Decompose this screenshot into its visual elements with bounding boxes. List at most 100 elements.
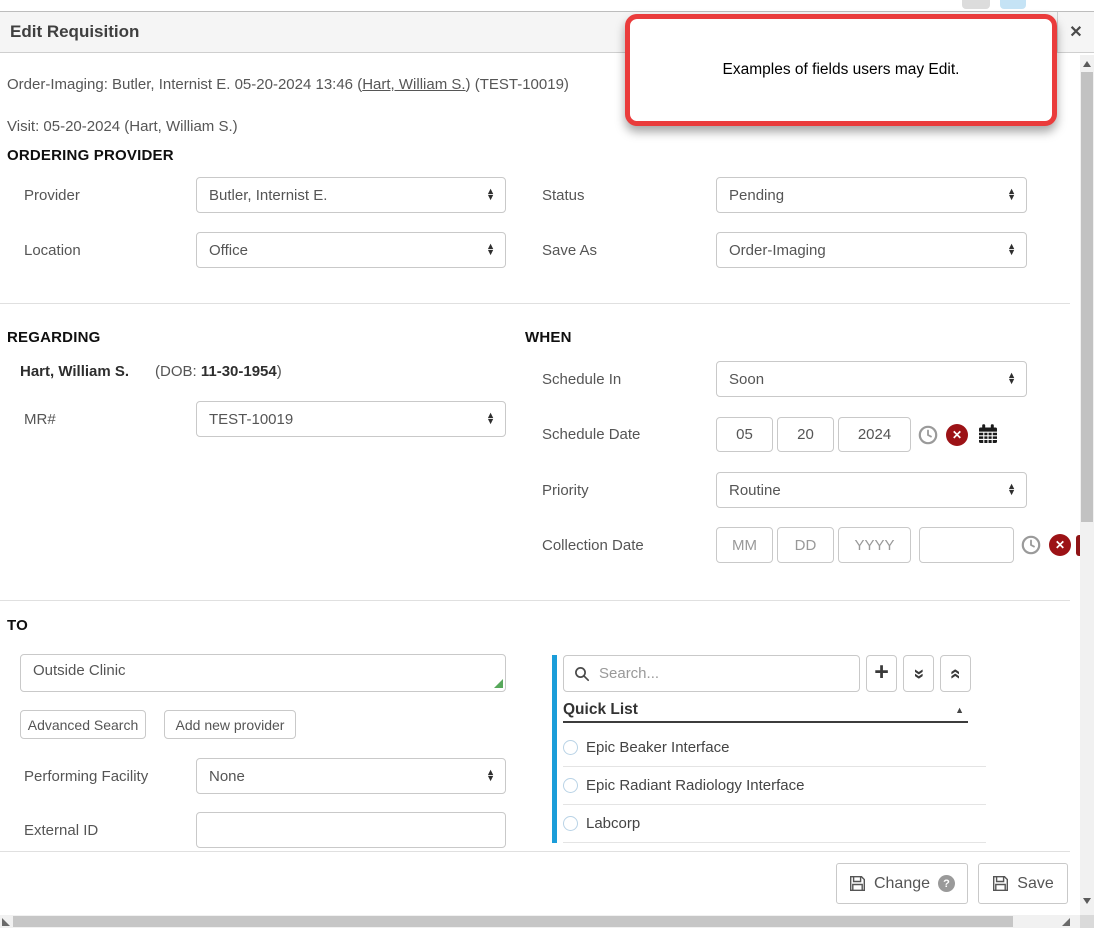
- select-arrows-icon: ▲▼: [486, 244, 495, 255]
- expand-all-button[interactable]: »: [903, 655, 934, 692]
- status-select[interactable]: Pending ▲▼: [716, 177, 1027, 213]
- change-button[interactable]: Change ?: [836, 863, 968, 904]
- recipient-textarea-wrap: Outside Clinic: [20, 654, 506, 692]
- dob-value: 11-30-1954: [201, 363, 277, 380]
- horizontal-scrollbar[interactable]: [0, 915, 1080, 928]
- schedule-calendar-icon[interactable]: [977, 423, 999, 450]
- chevron-double-up-icon: »: [944, 668, 966, 679]
- schedule-in-select[interactable]: Soon ▲▼: [716, 361, 1027, 397]
- select-arrows-icon: ▲▼: [1007, 484, 1016, 495]
- select-arrows-icon: ▲▼: [1007, 189, 1016, 200]
- to-heading: TO: [7, 617, 28, 634]
- add-new-provider-button[interactable]: Add new provider: [164, 710, 296, 739]
- section-divider: [0, 600, 1070, 601]
- schedule-month-input-wrap: [716, 417, 773, 452]
- scroll-down-arrow-icon[interactable]: [1083, 898, 1091, 904]
- quick-list-header[interactable]: Quick List ▲: [563, 698, 968, 723]
- collection-month-input[interactable]: [716, 527, 773, 563]
- save-as-select[interactable]: Order-Imaging ▲▼: [716, 232, 1027, 268]
- scroll-left-arrow-icon[interactable]: [2, 918, 10, 926]
- when-heading: WHEN: [525, 329, 572, 346]
- add-recipient-button[interactable]: +: [866, 655, 897, 692]
- floppy-icon: [849, 875, 866, 892]
- visit-summary-line: Visit: 05-20-2024 (Hart, William S.): [7, 118, 238, 135]
- resize-handle-icon[interactable]: [494, 679, 503, 688]
- schedule-day-input[interactable]: [777, 417, 834, 452]
- vertical-scrollbar[interactable]: [1080, 55, 1094, 928]
- priority-select[interactable]: Routine ▲▼: [716, 472, 1027, 508]
- mr-value: TEST-10019: [209, 411, 293, 428]
- search-input[interactable]: [597, 664, 849, 683]
- footer-divider: [0, 851, 1070, 852]
- collection-month-input-wrap: [716, 527, 773, 563]
- schedule-month-input[interactable]: [716, 417, 773, 452]
- plus-icon: +: [874, 658, 889, 687]
- schedule-date-clear-icon[interactable]: ✕: [946, 424, 968, 446]
- performing-facility-select[interactable]: None ▲▼: [196, 758, 506, 794]
- directory-search-box: [563, 655, 860, 692]
- collection-extra-input[interactable]: [919, 527, 1014, 563]
- order-summary-prefix: Order-Imaging: Butler, Internist E. 05-2…: [7, 76, 362, 93]
- save-button[interactable]: Save: [978, 863, 1068, 904]
- order-summary-line: Order-Imaging: Butler, Internist E. 05-2…: [7, 76, 569, 93]
- collection-day-input[interactable]: [777, 527, 834, 563]
- location-select[interactable]: Office ▲▼: [196, 232, 506, 268]
- horizontal-scrollbar-thumb[interactable]: [13, 916, 1013, 927]
- radio-icon: [563, 740, 578, 755]
- dialog-title: Edit Requisition: [10, 12, 139, 52]
- status-value: Pending: [729, 187, 784, 204]
- schedule-year-input-wrap: [838, 417, 911, 452]
- collection-extra-input-wrap: [919, 527, 1014, 563]
- location-value: Office: [209, 242, 248, 259]
- quick-list-item[interactable]: Labcorp: [563, 805, 986, 843]
- schedule-in-label: Schedule In: [542, 361, 621, 397]
- dob-prefix: (DOB:: [155, 363, 201, 380]
- patient-link[interactable]: Hart, William S.: [362, 76, 465, 93]
- schedule-in-value: Soon: [729, 371, 764, 388]
- schedule-year-input[interactable]: [838, 417, 911, 452]
- clear-x-glyph: ✕: [952, 428, 962, 442]
- quick-list-heading: Quick List: [563, 701, 638, 719]
- provider-label: Provider: [24, 177, 80, 213]
- advanced-search-button[interactable]: Advanced Search: [20, 710, 146, 739]
- schedule-day-input-wrap: [777, 417, 834, 452]
- search-icon: [574, 666, 590, 682]
- chevron-double-down-icon: »: [907, 668, 929, 679]
- clear-x-glyph: ✕: [1055, 538, 1065, 552]
- quick-list-item[interactable]: Epic Radiant Radiology Interface: [563, 767, 986, 805]
- collapse-all-button[interactable]: »: [940, 655, 971, 692]
- priority-value: Routine: [729, 482, 781, 499]
- browser-tab-fragment: [962, 0, 990, 9]
- provider-select[interactable]: Butler, Internist E. ▲▼: [196, 177, 506, 213]
- save-as-label: Save As: [542, 232, 597, 268]
- add-new-provider-label: Add new provider: [176, 717, 285, 733]
- patient-dob: (DOB: 11-30-1954): [155, 363, 282, 380]
- external-id-input[interactable]: [196, 812, 506, 848]
- regarding-heading: REGARDING: [7, 329, 100, 346]
- annotation-callout: Examples of fields users may Edit.: [625, 14, 1057, 126]
- recipient-textarea[interactable]: Outside Clinic: [20, 654, 506, 692]
- select-arrows-icon: ▲▼: [486, 770, 495, 781]
- performing-facility-value: None: [209, 768, 245, 785]
- mr-label: MR#: [24, 401, 56, 437]
- mr-select[interactable]: TEST-10019 ▲▼: [196, 401, 506, 437]
- quick-list-item-label: Epic Radiant Radiology Interface: [586, 777, 804, 794]
- performing-facility-label: Performing Facility: [24, 758, 148, 794]
- order-summary-suffix: ) (TEST-10019): [466, 76, 569, 93]
- quick-list-item-label: Epic Beaker Interface: [586, 739, 729, 756]
- collection-date-clear-icon[interactable]: ✕: [1049, 534, 1071, 556]
- vertical-scrollbar-thumb[interactable]: [1081, 72, 1093, 522]
- quick-list-item[interactable]: Epic Beaker Interface: [563, 729, 986, 767]
- collection-year-input[interactable]: [838, 527, 911, 563]
- scroll-up-arrow-icon[interactable]: [1083, 61, 1091, 67]
- select-arrows-icon: ▲▼: [486, 189, 495, 200]
- help-icon[interactable]: ?: [938, 875, 955, 892]
- priority-label: Priority: [542, 472, 589, 508]
- browser-tab-fragment-active: [1000, 0, 1026, 9]
- close-button[interactable]: ✕: [1057, 12, 1094, 52]
- collapse-triangle-icon: ▲: [955, 705, 964, 715]
- save-as-value: Order-Imaging: [729, 242, 826, 259]
- scroll-right-arrow-icon[interactable]: [1062, 918, 1070, 926]
- schedule-time-icon[interactable]: [918, 425, 938, 450]
- collection-time-icon[interactable]: [1021, 535, 1041, 560]
